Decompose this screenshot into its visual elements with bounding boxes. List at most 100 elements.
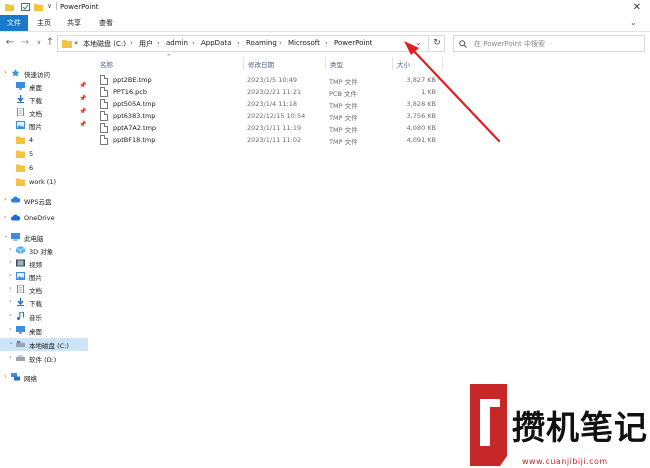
sidebar-item-d-drive[interactable]: › 软件 (D:) <box>0 352 88 365</box>
breadcrumb-overflow[interactable]: « <box>74 39 78 47</box>
collapse-arrow-icon[interactable]: ⌄ <box>4 233 8 239</box>
pin-icon[interactable]: 📌 <box>79 95 86 102</box>
column-header-type[interactable]: 类型 <box>330 59 343 69</box>
sidebar-item-folder-6[interactable]: 6 <box>0 162 88 175</box>
column-divider[interactable] <box>442 57 443 70</box>
breadcrumb-separator[interactable]: › <box>192 39 195 47</box>
expand-arrow-icon[interactable]: › <box>9 285 11 292</box>
file-row[interactable]: pptBF18.tmp 2023/1/11 11:02 TMP 文件 4,091… <box>96 134 446 146</box>
sidebar-item-videos[interactable]: › 视频 <box>0 257 88 270</box>
file-size: 3,828 KB <box>406 100 436 108</box>
breadcrumb-separator[interactable]: › <box>130 39 133 47</box>
sidebar-item-downloads-pc[interactable]: › 下载 <box>0 296 88 309</box>
forward-icon[interactable]: → <box>19 37 31 49</box>
breadcrumb-separator[interactable]: › <box>325 39 328 47</box>
expand-arrow-icon[interactable]: › <box>4 214 6 221</box>
breadcrumb-item-c-drive[interactable]: 本地磁盘 (C:) <box>83 39 126 49</box>
column-header-name[interactable]: 名称 <box>100 59 113 69</box>
expand-arrow-icon[interactable]: › <box>9 326 11 333</box>
expand-arrow-icon[interactable]: › <box>4 196 6 203</box>
breadcrumb-item-microsoft[interactable]: Microsoft <box>288 39 320 47</box>
picture-icon <box>16 272 25 280</box>
file-type: TMP 文件 <box>329 102 358 110</box>
sidebar-item-documents[interactable]: 文档 📌 <box>0 106 88 119</box>
sidebar-item-wps-cloud[interactable]: › WPS云盘 <box>0 194 88 207</box>
sidebar-item-onedrive[interactable]: › OneDrive <box>0 212 88 225</box>
sidebar-item-label: 6 <box>29 164 34 172</box>
sidebar-item-downloads[interactable]: 下载 📌 <box>0 93 88 106</box>
file-date: 2023/1/11 11:19 <box>247 124 302 132</box>
sidebar-item-pictures-pc[interactable]: › 图片 <box>0 270 88 283</box>
sidebar-item-pictures[interactable]: 图片 📌 <box>0 119 88 132</box>
sidebar-item-music[interactable]: › 音乐 <box>0 310 88 323</box>
checkmark-icon[interactable] <box>21 3 30 11</box>
tab-share[interactable]: 共享 <box>63 15 85 31</box>
breadcrumb-separator[interactable]: › <box>237 39 240 47</box>
refresh-icon[interactable]: ↻ <box>430 35 445 52</box>
file-icon <box>100 111 108 121</box>
picture-icon <box>16 121 25 129</box>
column-divider[interactable] <box>243 57 244 70</box>
sidebar-item-c-drive[interactable]: ⌄ 本地磁盘 (C:) <box>0 338 88 351</box>
sidebar-item-label: 文档 <box>29 110 42 118</box>
breadcrumb-item-powerpoint[interactable]: PowerPoint <box>334 39 373 47</box>
tab-home[interactable]: 主页 <box>33 15 55 31</box>
breadcrumb-separator[interactable]: › <box>157 39 160 47</box>
file-row[interactable]: PPT16.pcb 2023/2/21 11:21 PCB 文件 1 KB <box>96 86 446 98</box>
expand-arrow-icon[interactable]: › <box>9 246 11 253</box>
sidebar-item-3d-objects[interactable]: › 3D 对象 <box>0 244 88 257</box>
sidebar-item-desktop-pc[interactable]: › 桌面 <box>0 324 88 337</box>
pin-icon[interactable]: 📌 <box>79 121 86 128</box>
expand-arrow-icon[interactable]: › <box>9 272 11 279</box>
sidebar-item-this-pc[interactable]: ⌄ 此电脑 <box>0 231 88 244</box>
pin-icon[interactable]: 📌 <box>79 82 86 89</box>
search-input[interactable]: 在 PowerPoint 中搜索 <box>474 39 545 49</box>
breadcrumb-separator[interactable]: › <box>279 39 282 47</box>
qat-dropdown-icon[interactable]: ∨ <box>47 2 52 10</box>
column-divider[interactable] <box>392 57 393 70</box>
sidebar-item-label: 视频 <box>29 261 42 269</box>
back-icon[interactable]: ← <box>4 37 16 49</box>
expand-arrow-icon[interactable]: › <box>9 312 11 319</box>
tab-file[interactable]: 文件 <box>0 15 28 31</box>
sidebar-item-work[interactable]: work (1) <box>0 176 88 189</box>
expand-arrow-icon[interactable]: › <box>9 298 11 305</box>
expand-arrow-icon[interactable]: › <box>4 69 6 76</box>
sidebar-item-network[interactable]: › 网络 <box>0 371 88 384</box>
file-row[interactable]: ppt6383.tmp 2022/12/15 10:54 TMP 文件 3,75… <box>96 110 446 122</box>
address-history-dropdown-icon[interactable]: ⌄ <box>415 38 422 47</box>
file-date: 2022/12/15 10:54 <box>247 112 306 120</box>
expand-arrow-icon[interactable]: › <box>9 354 11 361</box>
file-row[interactable]: ppt505A.tmp 2023/1/4 11:18 TMP 文件 3,828 … <box>96 98 446 110</box>
breadcrumb-item-users[interactable]: 用户 <box>139 39 153 49</box>
address-bar[interactable]: « 本地磁盘 (C:) › 用户 › admin › AppData › Roa… <box>57 35 429 52</box>
column-header-date[interactable]: 修改日期 <box>248 59 274 69</box>
sidebar-item-folder-5[interactable]: 5 <box>0 148 88 161</box>
tab-view[interactable]: 查看 <box>95 15 117 31</box>
pin-icon[interactable]: 📌 <box>79 108 86 115</box>
column-divider[interactable] <box>325 57 326 70</box>
collapse-arrow-icon[interactable]: ⌄ <box>9 340 13 346</box>
sidebar-item-documents-pc[interactable]: › 文档 <box>0 283 88 296</box>
up-icon[interactable]: ↑ <box>44 37 56 49</box>
expand-arrow-icon[interactable]: › <box>9 259 11 266</box>
expand-arrow-icon[interactable]: › <box>4 373 6 380</box>
search-box[interactable]: 在 PowerPoint 中搜索 <box>453 35 645 52</box>
ribbon-expand-icon[interactable]: ⌄ <box>630 18 640 28</box>
watermark-url: www.cuanjibiji.com <box>522 457 608 466</box>
close-window-icon[interactable]: ✕ <box>633 2 641 13</box>
sidebar-item-desktop[interactable]: 桌面 📌 <box>0 80 88 93</box>
file-row[interactable]: ppt2BE.tmp 2023/1/5 10:49 TMP 文件 3,827 K… <box>96 74 446 86</box>
file-row[interactable]: pptA7A2.tmp 2023/1/11 11:19 TMP 文件 4,080… <box>96 122 446 134</box>
video-icon <box>16 259 25 267</box>
sidebar-item-folder-4[interactable]: 4 <box>0 134 88 147</box>
breadcrumb-item-appdata[interactable]: AppData <box>201 39 231 47</box>
new-folder-icon[interactable] <box>34 3 43 11</box>
sidebar-item-quick-access[interactable]: › 快速访问 <box>0 67 88 80</box>
breadcrumb-item-admin[interactable]: admin <box>166 39 188 47</box>
breadcrumb-item-roaming[interactable]: Roaming <box>246 39 277 47</box>
column-header-size[interactable]: 大小 <box>397 59 410 69</box>
sidebar-item-label: 本地磁盘 (C:) <box>29 342 69 350</box>
file-name: ppt6383.tmp <box>113 112 156 120</box>
watermark-logo <box>470 384 507 466</box>
